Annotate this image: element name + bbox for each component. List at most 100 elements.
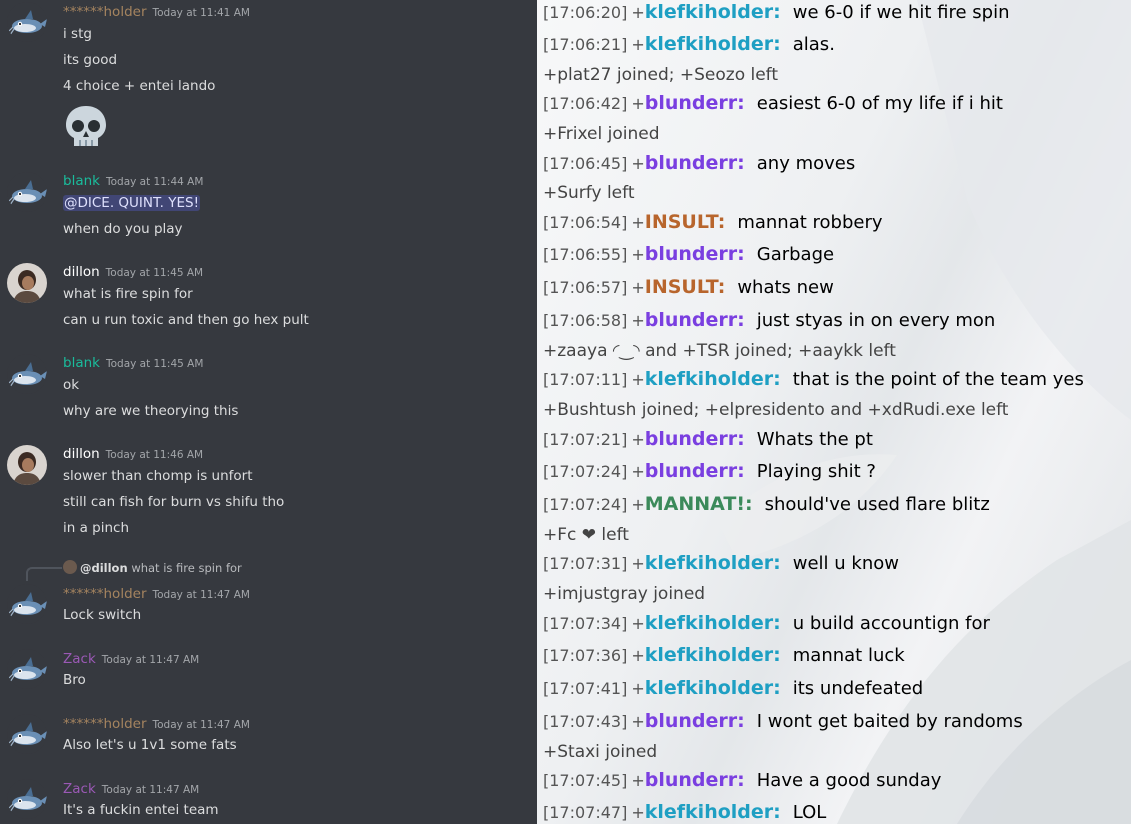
- fish-icon: [7, 649, 47, 689]
- chat-username[interactable]: klefkiholder:: [645, 801, 781, 823]
- user-rank: +: [631, 803, 645, 822]
- chat-timestamp: [17:07:45]: [543, 771, 628, 790]
- chat-username[interactable]: klefkiholder:: [645, 368, 781, 390]
- user-rank: +: [631, 430, 645, 449]
- chat-timestamp: [17:07:24]: [543, 462, 628, 481]
- chat-timestamp: [17:07:36]: [543, 646, 628, 665]
- fish-avatar[interactable]: [7, 584, 47, 624]
- user-rank: +: [631, 213, 645, 232]
- timestamp: Today at 11:46 AM: [105, 449, 204, 461]
- chat-timestamp: [17:06:55]: [543, 245, 628, 264]
- message-text: in a pinch: [63, 520, 130, 536]
- username[interactable]: ******holder Today at 11:47 AM: [63, 585, 250, 604]
- chat-username[interactable]: blunderr:: [645, 92, 745, 114]
- chat-message: [17:07:36] +klefkiholder: mannat luck: [543, 644, 905, 667]
- chat-username[interactable]: INSULT:: [645, 211, 726, 233]
- chat-message-text: mannat robbery: [737, 212, 883, 233]
- chat-timestamp: [17:07:31]: [543, 554, 628, 573]
- join-leave-notice: +Staxi joined: [543, 741, 657, 763]
- skull-emoji: [66, 106, 106, 146]
- chat-timestamp: [17:07:41]: [543, 679, 628, 698]
- message-text: why are we theorying this: [63, 403, 239, 419]
- username[interactable]: Zack Today at 11:47 AM: [63, 780, 199, 799]
- chat-message: [17:07:11] +klefkiholder: that is the poin…: [543, 368, 1084, 391]
- user-rank: +: [631, 3, 645, 22]
- user-rank: +: [631, 278, 645, 297]
- chat-message-text: just styas in on every mon: [756, 310, 996, 331]
- chat-username[interactable]: klefkiholder:: [645, 1, 781, 23]
- chat-message-text: we 6-0 if we hit fire spin: [792, 2, 1010, 23]
- chat-username[interactable]: klefkiholder:: [645, 33, 781, 55]
- fish-avatar[interactable]: [7, 2, 47, 42]
- chat-message: [17:06:21] +klefkiholder: alas.: [543, 33, 835, 56]
- username[interactable]: ******holder Today at 11:41 AM: [63, 3, 250, 22]
- username[interactable]: dillon Today at 11:46 AM: [63, 445, 203, 464]
- chat-username[interactable]: MANNAT!:: [645, 493, 753, 515]
- fish-avatar[interactable]: [7, 649, 47, 689]
- message-text: It's a fuckin entei team: [63, 802, 219, 818]
- chat-username[interactable]: klefkiholder:: [645, 612, 781, 634]
- username[interactable]: Zack Today at 11:47 AM: [63, 650, 199, 669]
- chat-message-text: any moves: [756, 153, 856, 174]
- chat-message-text: that is the point of the team yes: [792, 369, 1084, 390]
- join-leave-notice: +Fc ❤ left: [543, 524, 629, 546]
- username[interactable]: ******holder Today at 11:47 AM: [63, 715, 250, 734]
- mention[interactable]: @DICE. QUINT. YES!: [63, 194, 200, 212]
- timestamp: Today at 11:47 AM: [152, 589, 250, 601]
- chat-username[interactable]: klefkiholder:: [645, 677, 781, 699]
- chat-username[interactable]: klefkiholder:: [645, 644, 781, 666]
- person-avatar[interactable]: [7, 263, 47, 303]
- chat-message: [17:07:43] +blunderr: I wont get baited by…: [543, 710, 1023, 733]
- person-avatar-mini: [63, 560, 77, 574]
- message-text: its good: [63, 52, 118, 68]
- chat-timestamp: [17:07:47]: [543, 803, 628, 822]
- chat-timestamp: [17:07:11]: [543, 370, 628, 389]
- chat-username[interactable]: blunderr:: [645, 710, 745, 732]
- reply-reference[interactable]: @dillon what is fire spin for: [63, 560, 242, 576]
- join-leave-text: +Staxi joined: [543, 742, 658, 762]
- fish-avatar[interactable]: [7, 779, 47, 819]
- message-text: can u run toxic and then go hex pult: [63, 312, 309, 328]
- chat-timestamp: [17:07:24]: [543, 495, 628, 514]
- timestamp: Today at 11:47 AM: [101, 654, 200, 666]
- chat-username[interactable]: blunderr:: [645, 460, 745, 482]
- message-text: slower than chomp is unfort: [63, 468, 253, 484]
- fish-avatar[interactable]: [7, 354, 47, 394]
- fish-icon: [7, 2, 47, 42]
- user-rank: +: [631, 679, 645, 698]
- user-rank: +: [631, 370, 645, 389]
- chat-username[interactable]: blunderr:: [645, 309, 745, 331]
- timestamp: Today at 11:47 AM: [152, 719, 250, 731]
- message-text: Bro: [63, 672, 86, 688]
- username[interactable]: blank Today at 11:44 AM: [63, 172, 203, 191]
- person-avatar[interactable]: [7, 445, 47, 485]
- message-text: still can fish for burn vs shifu tho: [63, 494, 285, 510]
- join-leave-notice: +Bushtush joined; +elpresidento and +xdR…: [543, 399, 1008, 421]
- chat-username[interactable]: blunderr:: [645, 769, 745, 791]
- join-leave-text: +zaaya ◜‿◝ and +TSR joined; +aaykk left: [543, 341, 896, 361]
- chat-username[interactable]: blunderr:: [645, 428, 745, 450]
- chat-username[interactable]: klefkiholder:: [645, 552, 781, 574]
- fish-avatar[interactable]: [7, 714, 47, 754]
- user-rank: +: [631, 462, 645, 481]
- chat-username[interactable]: blunderr:: [645, 243, 745, 265]
- username[interactable]: dillon Today at 11:45 AM: [63, 263, 203, 282]
- chat-username[interactable]: blunderr:: [645, 152, 745, 174]
- fish-avatar[interactable]: [7, 172, 47, 212]
- timestamp: Today at 11:44 AM: [105, 176, 204, 188]
- fish-icon: [7, 584, 47, 624]
- chat-message: [17:07:47] +klefkiholder: LOL: [543, 801, 826, 824]
- chat-message: [17:07:24] +MANNAT!: should've used flare …: [543, 493, 990, 516]
- join-leave-text: +Bushtush joined; +elpresidento and +xdR…: [543, 400, 1009, 420]
- user-rank: +: [631, 94, 645, 113]
- chat-timestamp: [17:07:21]: [543, 430, 628, 449]
- timestamp: Today at 11:45 AM: [105, 358, 204, 370]
- user-rank: +: [631, 646, 645, 665]
- chat-message-text: its undefeated: [792, 678, 924, 699]
- join-leave-text: +Fc ❤ left: [543, 525, 629, 545]
- chat-message-text: easiest 6-0 of my life if i hit: [756, 93, 1003, 114]
- username[interactable]: blank Today at 11:45 AM: [63, 354, 203, 373]
- chat-message-text: Garbage: [756, 244, 835, 265]
- chat-username[interactable]: INSULT:: [645, 276, 726, 298]
- reply-connector: [26, 567, 62, 581]
